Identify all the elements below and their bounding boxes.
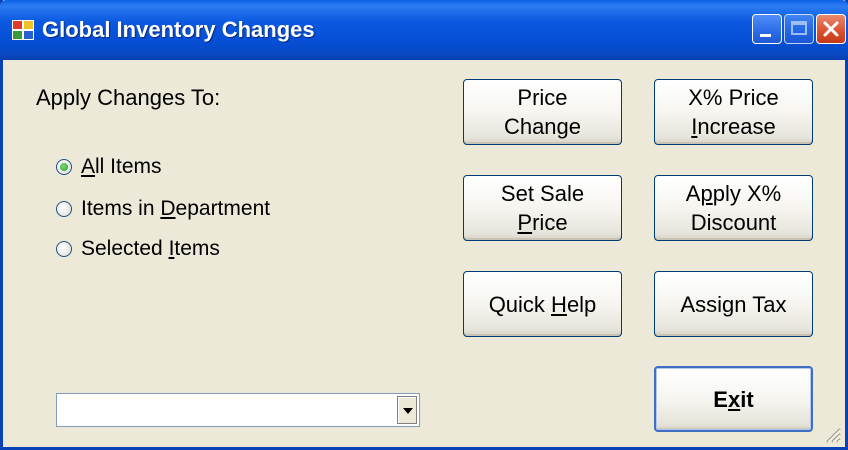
radio-label: All Items bbox=[81, 155, 162, 178]
assign-tax-button[interactable]: Assign Tax bbox=[654, 271, 813, 337]
minimize-icon[interactable] bbox=[752, 14, 782, 44]
price-change-button[interactable]: Price Change bbox=[463, 79, 622, 145]
radio-label: Selected Items bbox=[81, 237, 220, 260]
title-bar[interactable]: Global Inventory Changes bbox=[0, 0, 848, 60]
resize-grip-icon[interactable] bbox=[823, 425, 841, 443]
radio-selected-items[interactable]: Selected Items bbox=[56, 234, 220, 264]
set-sale-price-button[interactable]: Set Sale Price bbox=[463, 175, 622, 241]
window-title: Global Inventory Changes bbox=[42, 17, 315, 42]
radio-button-icon[interactable] bbox=[56, 201, 72, 217]
chevron-down-icon[interactable] bbox=[397, 396, 417, 424]
radio-all-items[interactable]: All Items bbox=[56, 152, 162, 182]
maximize-icon bbox=[784, 14, 814, 44]
exit-button[interactable]: Exit bbox=[654, 366, 813, 432]
radio-button-icon[interactable] bbox=[56, 159, 72, 175]
department-dropdown[interactable] bbox=[56, 393, 420, 427]
radio-items-in-department[interactable]: Items in Department bbox=[56, 194, 270, 224]
apply-changes-label: Apply Changes To: bbox=[36, 85, 221, 110]
close-icon[interactable] bbox=[816, 14, 846, 44]
radio-label: Items in Department bbox=[81, 197, 271, 220]
price-increase-button[interactable]: X% Price Increase bbox=[654, 79, 813, 145]
app-icon bbox=[12, 20, 34, 40]
quick-help-button[interactable]: Quick Help bbox=[463, 271, 622, 337]
apply-discount-button[interactable]: Apply X% Discount bbox=[654, 175, 813, 241]
global-inventory-changes-window: Global Inventory Changes Apply Changes T… bbox=[0, 0, 848, 450]
radio-button-icon[interactable] bbox=[56, 241, 72, 257]
